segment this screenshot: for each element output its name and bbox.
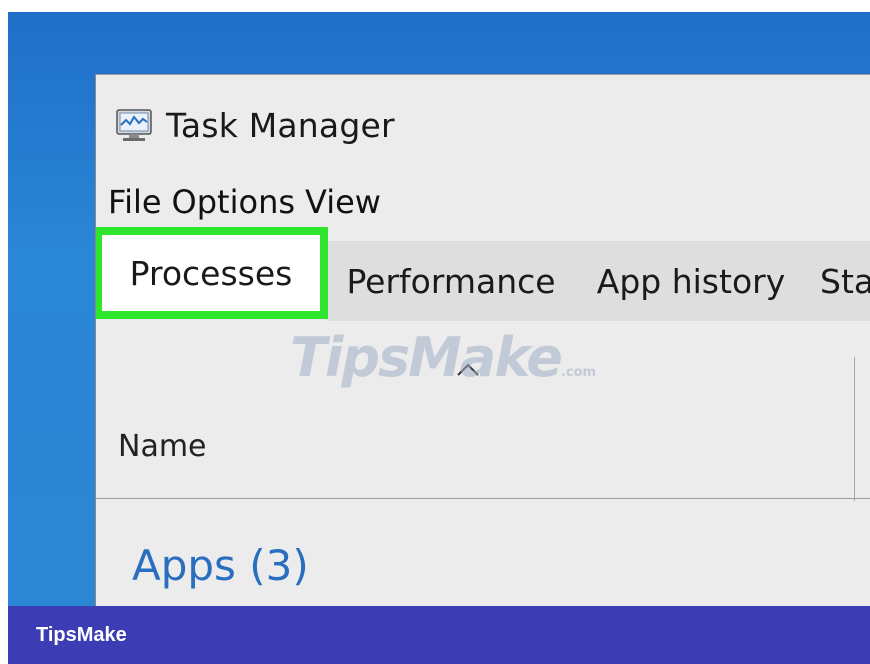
header-divider — [96, 498, 870, 499]
desktop-background: Task Manager File Options View Processes… — [8, 12, 870, 606]
footer-bar: TipsMake — [8, 606, 870, 664]
menu-options[interactable]: Options — [172, 183, 295, 223]
tab-app-history[interactable]: App history — [574, 241, 809, 321]
task-manager-window: Task Manager File Options View Processes… — [95, 74, 870, 606]
chevron-up-icon[interactable] — [448, 357, 488, 381]
tab-performance[interactable]: Performance — [328, 241, 575, 321]
tab-processes[interactable]: Processes — [96, 227, 328, 319]
footer-brand: TipsMake — [36, 623, 127, 646]
group-apps: Apps (3) — [132, 541, 309, 590]
tab-performance-label: Performance — [346, 261, 556, 301]
menu-view[interactable]: View — [305, 183, 381, 223]
column-divider[interactable] — [854, 357, 855, 501]
tab-startup[interactable]: Sta — [808, 241, 870, 321]
menu-bar: File Options View — [108, 183, 381, 223]
column-header-name[interactable]: Name — [118, 429, 207, 464]
title-bar: Task Manager — [114, 101, 395, 149]
tab-bar: Processes Performance App history Sta — [96, 227, 870, 322]
window-title: Task Manager — [166, 105, 395, 145]
tab-app-history-label: App history — [596, 261, 786, 301]
tab-processes-label: Processes — [129, 253, 293, 293]
menu-file[interactable]: File — [108, 183, 162, 223]
tab-startup-label: Sta — [820, 261, 870, 301]
task-manager-icon — [114, 107, 156, 143]
process-list: Name Apps (3) — [96, 321, 870, 606]
